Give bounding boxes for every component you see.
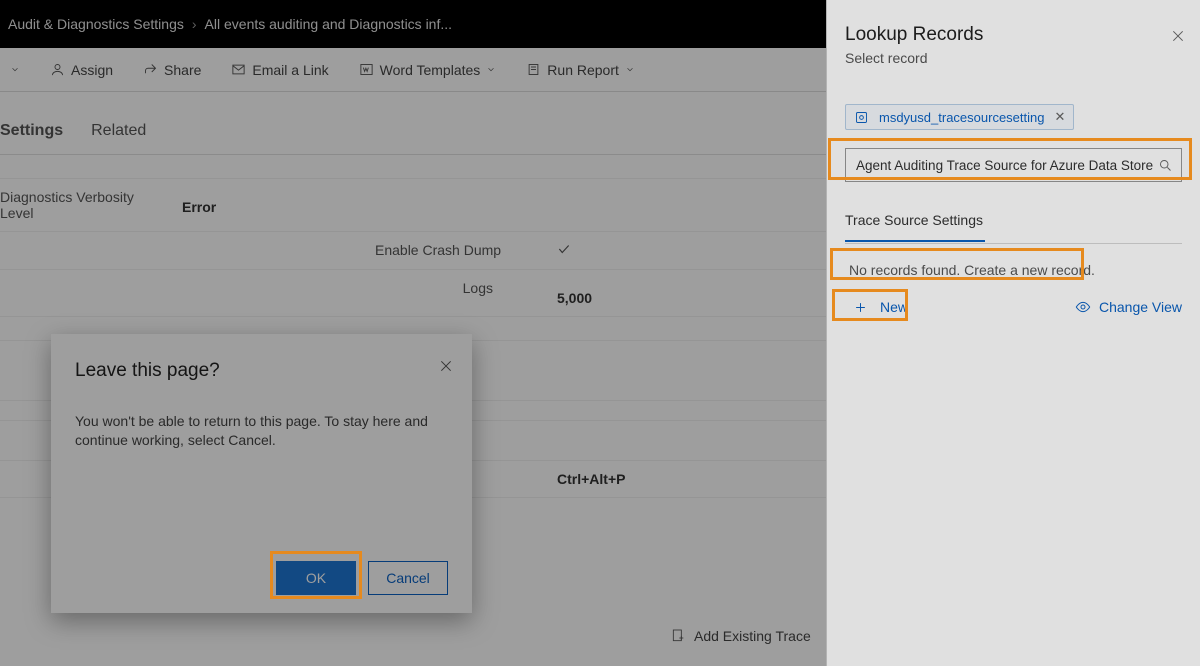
run-report-label: Run Report: [547, 62, 619, 78]
assign-button[interactable]: Assign: [50, 62, 113, 78]
breadcrumb: Audit & Diagnostics Settings › All event…: [8, 16, 452, 32]
breadcrumb-root[interactable]: Audit & Diagnostics Settings: [8, 16, 184, 32]
value-crash-dump[interactable]: [545, 232, 583, 269]
checkmark-icon: [557, 242, 571, 256]
word-icon: [359, 62, 374, 77]
lookup-search-input[interactable]: [845, 148, 1182, 182]
eye-icon: [1075, 299, 1091, 315]
breadcrumb-current: All events auditing and Diagnostics inf.…: [205, 16, 452, 32]
ok-button[interactable]: OK: [276, 561, 356, 595]
label-verbosity: Diagnostics Verbosity Level: [0, 179, 170, 231]
plus-icon: [853, 300, 868, 315]
share-icon: [143, 62, 158, 77]
run-report-button[interactable]: Run Report: [526, 62, 635, 78]
chip-label: msdyusd_tracesourcesetting: [879, 110, 1044, 125]
lookup-records-panel: Lookup Records Select record msdyusd_tra…: [826, 0, 1200, 666]
cancel-button[interactable]: Cancel: [368, 561, 448, 595]
dialog-title: Leave this page?: [75, 360, 448, 382]
add-existing-trace-label: Add Existing Trace: [694, 628, 811, 644]
word-templates-button[interactable]: Word Templates: [359, 62, 497, 78]
selected-entity-chip[interactable]: msdyusd_tracesourcesetting ✕: [845, 104, 1074, 130]
email-link-button[interactable]: Email a Link: [231, 62, 328, 78]
word-templates-label: Word Templates: [380, 62, 481, 78]
lookup-search-field[interactable]: [856, 158, 1158, 173]
section-indicator: [845, 240, 985, 242]
email-link-label: Email a Link: [252, 62, 328, 78]
panel-title: Lookup Records: [845, 24, 1182, 46]
label-logs-suffix: Logs: [375, 270, 545, 316]
dialog-buttons: OK Cancel: [276, 561, 448, 595]
menu-chevron[interactable]: [10, 62, 20, 77]
value-logs[interactable]: 5,000: [545, 270, 604, 316]
add-existing-trace-button[interactable]: Add Existing Trace: [670, 628, 811, 644]
divider: [845, 243, 1182, 244]
assign-label: Assign: [71, 62, 113, 78]
share-button[interactable]: Share: [143, 62, 201, 78]
new-button[interactable]: New: [845, 296, 916, 318]
panel-section-title: Trace Source Settings: [845, 212, 1182, 240]
value-verbosity[interactable]: Error: [170, 179, 228, 231]
person-icon: [50, 62, 65, 77]
panel-subtitle: Select record: [845, 50, 1182, 66]
search-icon[interactable]: [1158, 158, 1173, 173]
chevron-down-icon: [486, 62, 496, 77]
chevron-right-icon: ›: [192, 16, 197, 32]
mail-icon: [231, 62, 246, 77]
report-icon: [526, 62, 541, 77]
chevron-down-icon: [625, 62, 635, 77]
change-view-button[interactable]: Change View: [1075, 299, 1182, 315]
value-shortcut[interactable]: Ctrl+Alt+P: [545, 461, 637, 497]
share-label: Share: [164, 62, 201, 78]
leave-page-dialog: Leave this page? You won't be able to re…: [51, 334, 472, 613]
label-crash-dump: Enable Crash Dump: [375, 232, 545, 269]
tab-related[interactable]: Related: [91, 122, 146, 140]
new-button-label: New: [880, 299, 908, 315]
entity-icon: [854, 110, 869, 125]
no-records-message: No records found. Create a new record.: [845, 260, 1099, 280]
change-view-label: Change View: [1099, 299, 1182, 315]
document-plus-icon: [670, 628, 686, 644]
close-icon[interactable]: [438, 358, 454, 379]
tab-settings[interactable]: Settings: [0, 122, 63, 140]
chip-remove-icon[interactable]: ✕: [1054, 109, 1065, 125]
close-icon[interactable]: [1170, 28, 1186, 44]
dialog-body: You won't be able to return to this page…: [75, 412, 448, 450]
